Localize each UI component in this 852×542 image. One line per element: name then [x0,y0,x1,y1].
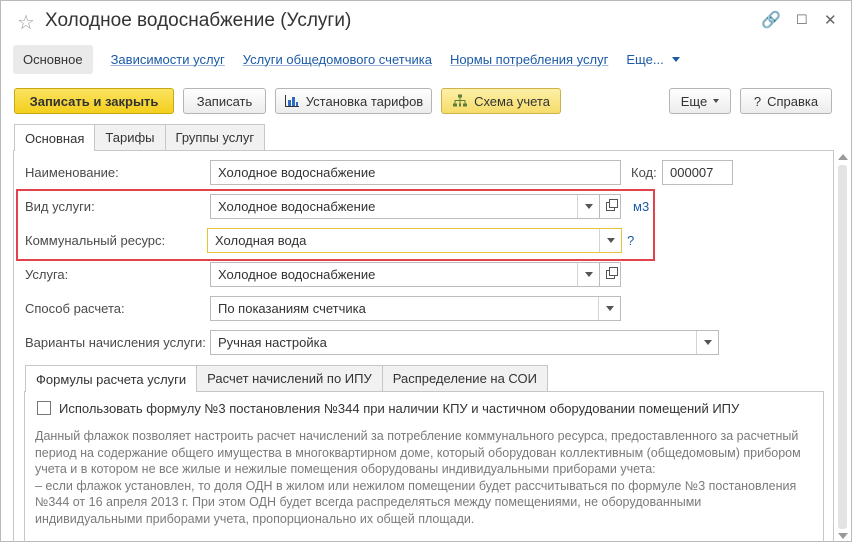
bar-chart-icon [284,95,299,107]
service-type-value: Холодное водоснабжение [218,199,376,214]
help-icon: ? [753,93,762,109]
set-tariffs-button[interactable]: Установка тарифов [275,88,432,114]
accounting-scheme-button[interactable]: Схема учета [441,88,561,114]
maximize-icon[interactable]: ☐ [796,12,808,28]
code-value: 000007 [670,165,714,180]
open-window-icon [605,199,618,211]
variants-label: Варианты начисления услуги: [25,335,206,350]
chevron-down-icon [606,238,615,243]
tab-service-formulas[interactable]: Формулы расчета услуги [25,365,198,392]
chevron-down-icon [605,306,614,311]
favorite-star-icon[interactable]: ☆ [17,10,35,35]
vertical-scrollbar[interactable] [837,151,849,542]
open-window-icon [605,267,618,279]
resource-select[interactable]: Холодная вода [207,228,622,253]
accounting-scheme-label: Схема учета [474,93,550,109]
service-select[interactable]: Холодное водоснабжение [210,262,600,287]
calc-method-select[interactable]: По показаниям счетчика [210,296,621,321]
service-type-open-button[interactable] [599,194,621,219]
code-input[interactable]: 000007 [662,160,733,185]
title-bar: ☆ Холодное водоснабжение (Услуги) 🔗 ☐ ✕ [1,1,851,41]
service-type-label: Вид услуги: [25,199,95,214]
resource-dropdown-button[interactable] [599,229,621,252]
variants-value: Ручная настройка [218,335,327,350]
link-icon[interactable]: 🔗 [761,10,781,30]
inner-tabs: Формулы расчета услуги Расчет начислений… [25,365,548,392]
resource-label: Коммунальный ресурс: [25,233,166,248]
help-button[interactable]: ? Справка [740,88,832,114]
formula3-description: Данный флажок позволяет настроить расчет… [35,429,801,526]
form-window: ☆ Холодное водоснабжение (Услуги) 🔗 ☐ ✕ … [0,0,852,542]
unit-link[interactable]: м3 [633,199,649,214]
chevron-down-icon [584,272,593,277]
calc-method-value: По показаниям счетчика [218,301,366,316]
hierarchy-icon [453,94,468,107]
nav-main[interactable]: Основное [13,44,93,74]
set-tariffs-label: Установка тарифов [305,93,424,109]
nav-more[interactable]: Еще... [626,51,680,67]
tab-soi-distribution[interactable]: Распределение на СОИ [381,365,548,391]
scroll-down-icon[interactable] [838,533,848,539]
help-label: Справка [767,93,819,109]
variants-select[interactable]: Ручная настройка [210,330,719,355]
save-and-close-button[interactable]: Записать и закрыть [14,88,174,114]
variants-dropdown-button[interactable] [696,331,718,354]
tab-tariffs[interactable]: Тарифы [94,124,166,150]
close-icon[interactable]: ✕ [824,11,837,29]
chevron-down-icon [703,340,712,345]
more-actions-button[interactable]: Еще [669,88,731,114]
calc-method-label: Способ расчета: [25,301,125,316]
nav-common-meter-services[interactable]: Услуги общедомового счетчика [243,52,432,67]
resource-help-icon[interactable]: ? [627,233,634,248]
chevron-down-icon [584,204,593,209]
calc-method-dropdown-button[interactable] [598,297,620,320]
formula3-checkbox[interactable] [37,401,51,415]
chevron-down-icon [713,99,720,103]
resource-value: Холодная вода [215,233,307,248]
chevron-down-icon [671,56,680,62]
service-type-select[interactable]: Холодное водоснабжение [210,194,600,219]
save-button[interactable]: Записать [183,88,266,114]
service-value: Холодное водоснабжение [218,267,376,282]
main-tabs: Основная Тарифы Группы услуг [14,124,266,151]
nav-consumption-norms[interactable]: Нормы потребления услуг [450,52,608,67]
window-title: Холодное водоснабжение (Услуги) [45,10,352,31]
code-label: Код: [631,165,657,180]
name-input[interactable]: Холодное водоснабжение [210,160,621,185]
form-nav: Основное Зависимости услуг Услуги общедо… [13,43,680,75]
service-open-button[interactable] [599,262,621,287]
name-value: Холодное водоснабжение [218,165,376,180]
nav-more-label: Еще... [626,51,664,67]
tab-service-groups[interactable]: Группы услуг [164,124,266,150]
nav-service-dependencies[interactable]: Зависимости услуг [111,52,225,67]
save-and-close-label: Записать и закрыть [29,93,159,109]
tab-main[interactable]: Основная [14,124,96,151]
more-actions-label: Еще [680,93,708,109]
save-label: Записать [196,93,253,109]
service-label: Услуга: [25,267,69,282]
scroll-up-icon[interactable] [838,154,848,160]
name-label: Наименование: [25,165,119,180]
tab-ipu-calculation[interactable]: Расчет начислений по ИПУ [196,365,383,391]
service-dropdown-button[interactable] [577,263,599,286]
scroll-thumb[interactable] [838,165,847,529]
service-type-dropdown-button[interactable] [577,195,599,218]
formula3-checkbox-label[interactable]: Использовать формулу №3 постановления №3… [59,401,739,416]
